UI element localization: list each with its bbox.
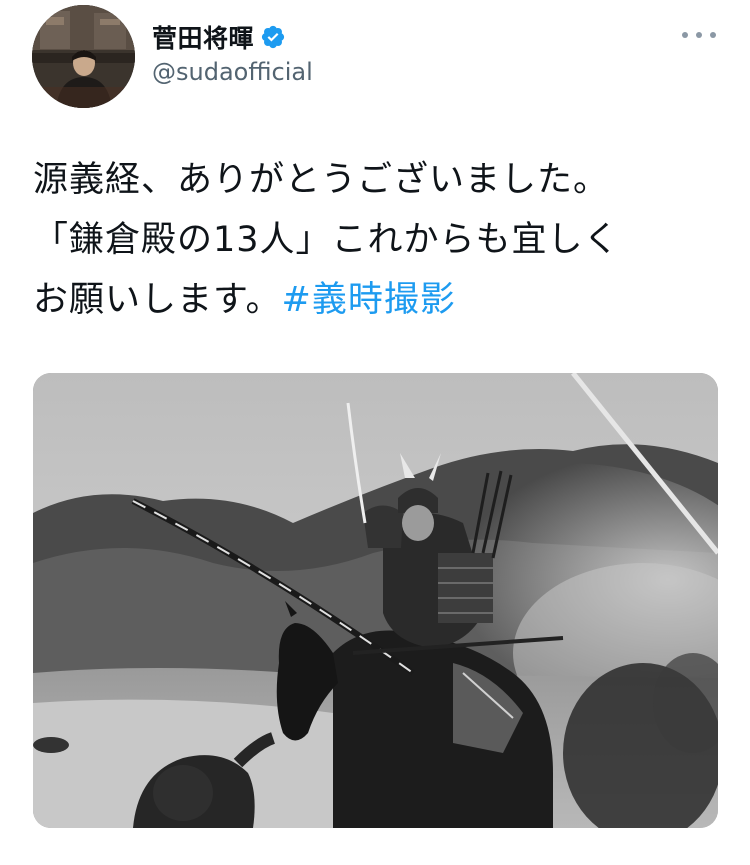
hashtag-link[interactable]: #義時撮影 xyxy=(282,280,456,320)
tweet-photo[interactable] xyxy=(33,373,718,828)
tweet-text-line: お願いします。 xyxy=(33,280,282,320)
verified-badge-icon xyxy=(260,24,286,50)
author-avatar[interactable] xyxy=(32,5,135,108)
tweet: 菅田将暉 @sudaofficial 源義経、ありがとうございました。 「鎌倉殿… xyxy=(0,0,750,865)
tweet-text-line: 源義経、ありがとうございました。 xyxy=(33,160,610,200)
more-options-icon-dot xyxy=(710,32,716,38)
tweet-text-line-last: お願いします。#義時撮影 xyxy=(33,270,723,330)
samurai-on-horse-photo xyxy=(33,373,718,828)
tweet-text-line: 「鎌倉殿の13人」これからも宜しく xyxy=(33,220,620,260)
avatar-image xyxy=(32,5,135,108)
more-options-icon-dot xyxy=(696,32,702,38)
more-options-icon xyxy=(682,32,688,38)
author-handle[interactable]: @sudaofficial xyxy=(152,58,313,86)
tweet-text: 源義経、ありがとうございました。 「鎌倉殿の13人」これからも宜しく お願いしま… xyxy=(33,150,723,330)
more-options-button[interactable] xyxy=(682,24,716,46)
author-display-name[interactable]: 菅田将暉 xyxy=(152,19,254,55)
author-name-row: 菅田将暉 xyxy=(152,20,286,54)
